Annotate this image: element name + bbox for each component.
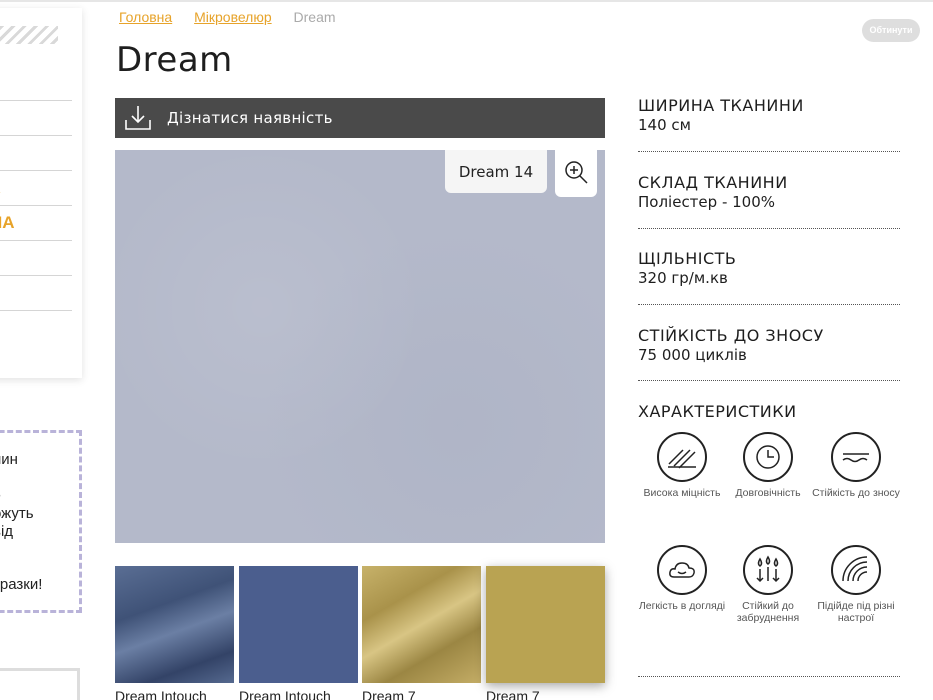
feature-caption: Підійде під різні настрої	[817, 600, 895, 624]
spec-heading: СКЛАД ТКАНИНИ	[638, 173, 788, 192]
fabric-main-image[interactable]	[115, 150, 605, 543]
feature-moods: Підійде під різні настрої	[806, 545, 906, 624]
feature-caption: Висока міцність	[643, 487, 721, 499]
sidebar-item-b[interactable]: НА	[0, 213, 15, 233]
thumbnail-label[interactable]: Dream 7	[362, 688, 416, 700]
feature-caption: Стійкість до зносу	[812, 487, 900, 499]
feature-stain-resistant: Стійкий до забруднення	[718, 545, 818, 624]
check-availability-button[interactable]: Дізнатися наявність	[115, 98, 605, 138]
page-title: Dream	[116, 40, 233, 80]
stain-resistant-icon	[743, 545, 793, 595]
promo-line: нин	[0, 451, 18, 468]
thumbnail-label[interactable]: Dream 7	[486, 688, 540, 700]
spec-heading: ЩІЛЬНІСТЬ	[638, 249, 737, 268]
breadcrumb-category[interactable]: Мікровелюр	[194, 9, 272, 25]
download-icon	[123, 103, 153, 133]
features-heading: ХАРАКТЕРИСТИКИ	[638, 402, 797, 421]
sidebar-divider	[0, 310, 72, 311]
strength-icon	[657, 432, 707, 482]
breadcrumb-current: Dream	[293, 9, 336, 25]
clock-icon	[743, 432, 793, 482]
sidebar-card: К НА	[0, 8, 82, 378]
spec-divider	[638, 676, 900, 677]
thumbnail-label[interactable]: Dream Intouch	[115, 688, 207, 700]
promo-line: ожуть	[0, 505, 34, 522]
top-divider	[0, 0, 933, 2]
crop-badge[interactable]: Обтинути	[862, 19, 920, 42]
breadcrumb-home[interactable]: Головна	[119, 9, 172, 25]
spec-value: 75 000 циклів	[638, 346, 747, 364]
sidebar-stripes	[0, 26, 58, 44]
thumbnail-dream-intouch-1[interactable]	[115, 566, 234, 683]
zoom-button[interactable]	[555, 150, 597, 197]
thumbnail-dream-7-2[interactable]	[486, 566, 605, 683]
promo-line: ь	[0, 485, 1, 502]
zoom-in-icon	[563, 159, 589, 189]
sidebar-divider	[0, 135, 72, 136]
promo-line: від	[0, 523, 14, 540]
spec-value: Поліестер - 100%	[638, 193, 776, 211]
feature-caption: Довговічність	[735, 487, 801, 499]
feature-easy-care: Легкість в догляді	[632, 545, 732, 612]
promo-line: зразки!	[0, 576, 43, 593]
feature-durability: Довговічність	[718, 432, 818, 499]
sidebar-divider	[0, 170, 72, 171]
spec-value: 320 гр/м.кв	[638, 269, 728, 287]
feature-wear-resistance: Стійкість до зносу	[806, 432, 906, 499]
fabric-image-label: Dream 14	[445, 150, 547, 193]
sidebar-divider	[0, 205, 72, 206]
feature-caption: Стійкий до забруднення	[736, 600, 800, 624]
feature-caption: Легкість в догляді	[638, 600, 726, 612]
feature-strength: Висока міцність	[632, 432, 732, 499]
spec-heading: СТІЙКІСТЬ ДО ЗНОСУ	[638, 326, 824, 345]
features-section: ХАРАКТЕРИСТИКИ	[638, 402, 900, 421]
breadcrumb: Головна Мікровелюр Dream	[119, 9, 336, 25]
spec-divider	[638, 151, 900, 152]
sidebar-divider	[0, 240, 72, 241]
rainbow-icon	[831, 545, 881, 595]
check-availability-label: Дізнатися наявність	[167, 109, 333, 127]
samples-promo: нин ь ожуть від зразки!	[0, 430, 82, 613]
spec-divider	[638, 304, 900, 305]
thumbnail-label[interactable]: Dream Intouch	[239, 688, 331, 700]
wear-resistance-icon	[831, 432, 881, 482]
cloud-icon	[657, 545, 707, 595]
spec-value: 140 см	[638, 116, 691, 134]
spec-divider	[638, 380, 900, 381]
spec-heading: ШИРИНА ТКАНИНИ	[638, 96, 804, 115]
thumbnail-dream-7-1[interactable]	[362, 566, 481, 683]
thumbnail-dream-intouch-2[interactable]	[239, 566, 358, 683]
spec-width: ШИРИНА ТКАНИНИ 140 см	[638, 96, 900, 134]
spec-divider	[638, 228, 900, 229]
spec-composition: СКЛАД ТКАНИНИ Поліестер - 100%	[638, 173, 900, 211]
spec-abrasion: СТІЙКІСТЬ ДО ЗНОСУ 75 000 циклів	[638, 326, 900, 364]
sidebar-divider	[0, 100, 72, 101]
spec-density: ЩІЛЬНІСТЬ 320 гр/м.кв	[638, 249, 900, 287]
sidebar-divider	[0, 275, 72, 276]
sidebar-bottom-box	[0, 668, 80, 700]
